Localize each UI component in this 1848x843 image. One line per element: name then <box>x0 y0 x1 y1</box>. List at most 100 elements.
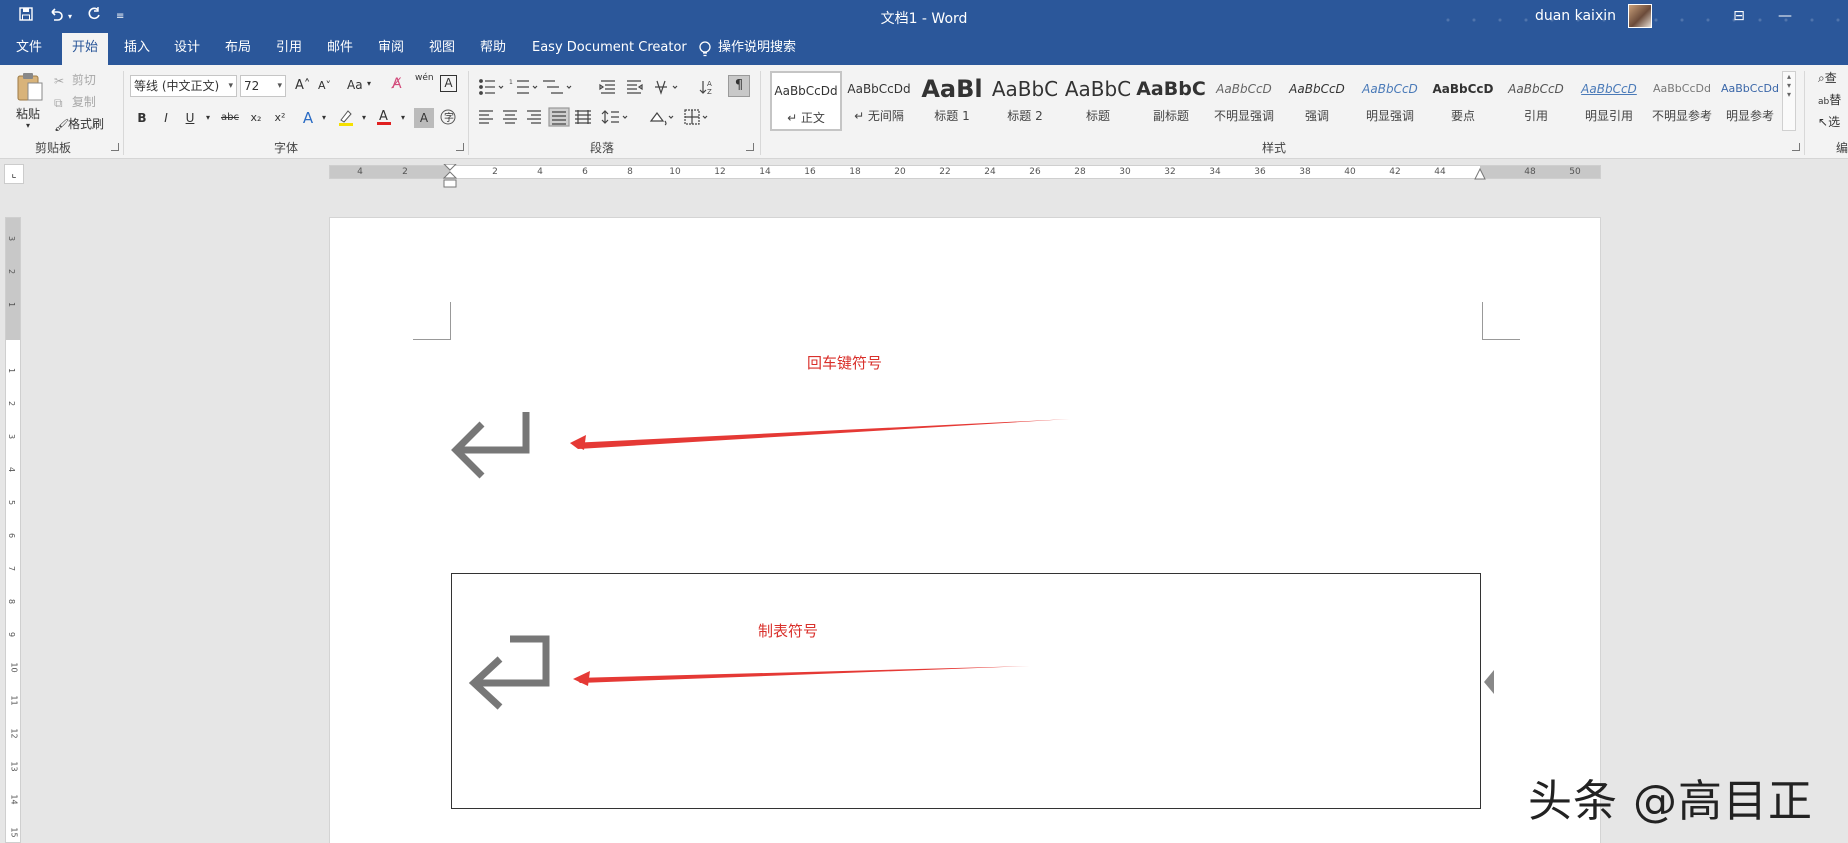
underline-button[interactable]: U <box>180 108 200 128</box>
style-preview: AaBbCcD <box>1289 82 1345 96</box>
style-quote[interactable]: AaBbCcD 引用 <box>1500 71 1572 131</box>
paste-button[interactable]: 粘贴 <box>16 105 40 122</box>
italic-button[interactable]: I <box>156 108 176 128</box>
bold-button[interactable]: B <box>132 108 152 128</box>
ruler-tick: 15 <box>9 827 19 838</box>
style-subtle-emphasis[interactable]: AaBbCcD 不明显强调 <box>1208 71 1280 131</box>
document-page[interactable]: 回车键符号 制表符号 <box>329 217 1601 843</box>
character-border-icon[interactable]: A <box>440 75 457 92</box>
horizontal-ruler[interactable]: 4 2 2 4 6 8 10 12 14 16 18 20 22 24 26 2… <box>329 164 1601 188</box>
change-case-button[interactable]: Aa <box>347 78 363 92</box>
avatar[interactable] <box>1628 4 1652 28</box>
format-painter-button[interactable]: 🖌格式刷 <box>54 115 104 132</box>
superscript-button[interactable]: x² <box>270 108 290 128</box>
lightbulb-icon <box>699 41 711 57</box>
ruler-tick: 24 <box>984 167 996 177</box>
ruler-left-margin <box>330 166 450 178</box>
cut-button[interactable]: ✂ 剪切 <box>54 71 96 88</box>
ruler-tick: 50 <box>1569 167 1581 177</box>
copy-label: 复制 <box>71 95 96 109</box>
tab-help[interactable]: 帮助 <box>470 33 516 65</box>
group-separator <box>760 71 761 155</box>
user-name[interactable]: duan kaixin <box>1535 8 1616 24</box>
style-subtle-reference[interactable]: AaBbCcDd 不明显参考 <box>1646 71 1718 131</box>
style-name: 不明显强调 <box>1213 109 1274 123</box>
style-name: ↵ 无间隔 <box>854 109 904 123</box>
font-launcher-icon[interactable] <box>456 143 464 151</box>
tab-file[interactable]: 文件 <box>6 33 52 65</box>
grow-font-button[interactable]: A˄ <box>295 78 310 93</box>
styles-gallery-scroll[interactable]: ▴ ▾ ▾ <box>1782 71 1796 131</box>
ruler-tick: 8 <box>7 598 17 605</box>
style-no-spacing[interactable]: AaBbCcDd ↵ 无间隔 <box>843 71 915 131</box>
clipboard-launcher-icon[interactable] <box>111 143 119 151</box>
tab-easy-document-creator[interactable]: Easy Document Creator <box>522 33 697 65</box>
tab-references[interactable]: 引用 <box>266 33 312 65</box>
style-intense-quote[interactable]: AaBbCcD 明显引用 <box>1573 71 1645 131</box>
style-emphasis[interactable]: AaBbCcD 强调 <box>1281 71 1353 131</box>
replace-button[interactable]: ab替 <box>1818 91 1841 108</box>
style-intense-emphasis[interactable]: AaBbCcD 明显强调 <box>1354 71 1426 131</box>
style-normal[interactable]: AaBbCcDd ↵ 正文 <box>770 71 842 131</box>
enclose-characters-icon[interactable]: 字 <box>438 108 458 128</box>
font-name-combo[interactable]: 等线 (中文正文) ▾ <box>130 75 237 97</box>
brush-icon: 🖌 <box>54 117 70 132</box>
ruler-right-margin <box>1480 166 1600 178</box>
minimize-icon[interactable]: — <box>1762 0 1808 33</box>
style-name: 标题 2 <box>1007 109 1043 123</box>
ruler-tick: 12 <box>9 728 19 739</box>
indent-marker-icon[interactable] <box>443 164 457 190</box>
font-size-combo[interactable]: 72 ▾ <box>240 75 286 97</box>
style-title[interactable]: AaBbC 标题 <box>1062 71 1134 131</box>
tab-layout[interactable]: 布局 <box>215 33 261 65</box>
tab-mailings[interactable]: 邮件 <box>317 33 363 65</box>
strikethrough-button[interactable]: abc <box>218 108 242 128</box>
paragraph-row1-icons[interactable]: 1 AZ <box>477 77 737 97</box>
style-heading-1[interactable]: AaBl 标题 1 <box>916 71 988 131</box>
highlight-icon[interactable] <box>336 108 356 128</box>
underline-dropdown-icon[interactable]: ▾ <box>198 108 218 128</box>
font-color-icon[interactable]: A <box>374 108 394 128</box>
clipboard-paste-icon[interactable] <box>14 71 46 103</box>
paragraph-row2-icons[interactable] <box>477 107 757 127</box>
highlight-dropdown-icon[interactable]: ▾ <box>354 108 374 128</box>
font-name-dropdown-icon[interactable]: ▾ <box>228 76 233 96</box>
styles-gallery: AaBbCcDd ↵ 正文 AaBbCcDd ↵ 无间隔 AaBl 标题 1 A… <box>770 71 1782 131</box>
shrink-font-button[interactable]: A˅ <box>318 79 331 92</box>
phonetic-guide-icon[interactable]: wén <box>415 73 434 83</box>
clear-formatting-icon[interactable]: A̸ <box>392 76 402 92</box>
vertical-ruler[interactable]: 3 2 1 1 2 3 4 5 6 7 8 9 10 11 12 13 14 1… <box>5 217 21 843</box>
subscript-button[interactable]: x₂ <box>246 108 266 128</box>
find-button[interactable]: ⌕查 <box>1818 69 1837 86</box>
tab-review[interactable]: 审阅 <box>368 33 414 65</box>
styles-launcher-icon[interactable] <box>1792 143 1800 151</box>
tab-view[interactable]: 视图 <box>419 33 465 65</box>
tab-home[interactable]: 开始 <box>62 33 109 65</box>
font-color-dropdown-icon[interactable]: ▾ <box>393 108 413 128</box>
select-button[interactable]: ↖选 <box>1818 113 1840 130</box>
tab-design[interactable]: 设计 <box>164 33 210 65</box>
watermark: 头条 @高目正 <box>1528 776 1813 827</box>
character-shading-icon[interactable]: A <box>414 108 434 128</box>
scissors-icon: ✂ <box>54 73 65 88</box>
style-heading-2[interactable]: AaBbC 标题 2 <box>989 71 1061 131</box>
ribbon-display-options-icon[interactable]: ⊟ <box>1716 0 1762 33</box>
style-subtitle[interactable]: AaBbC 副标题 <box>1135 71 1207 131</box>
text-effects-dropdown-icon[interactable]: ▾ <box>314 108 334 128</box>
right-indent-marker-icon[interactable] <box>1474 168 1486 180</box>
style-intense-reference[interactable]: AaBbCcDd 明显参考 <box>1719 71 1781 131</box>
window-button-spacer <box>1808 0 1848 33</box>
paste-dropdown-icon[interactable]: ▾ <box>26 121 30 130</box>
copy-button[interactable]: ⧉ 复制 <box>54 93 96 110</box>
cut-label: 剪切 <box>71 73 96 87</box>
tell-me-search[interactable]: 操作说明搜索 <box>692 33 806 65</box>
tab-insert[interactable]: 插入 <box>114 33 160 65</box>
clipboard-group-label: 剪贴板 <box>35 141 72 155</box>
style-strong[interactable]: AaBbCcD 要点 <box>1427 71 1499 131</box>
ruler-tick: 8 <box>627 167 633 177</box>
paragraph-launcher-icon[interactable] <box>746 143 754 151</box>
change-case-dropdown-icon[interactable]: ▾ <box>367 79 371 88</box>
font-size-dropdown-icon[interactable]: ▾ <box>277 76 282 96</box>
tab-selector[interactable]: ⌞ <box>4 164 24 184</box>
show-formatting-marks-button[interactable]: ¶ <box>728 75 750 97</box>
